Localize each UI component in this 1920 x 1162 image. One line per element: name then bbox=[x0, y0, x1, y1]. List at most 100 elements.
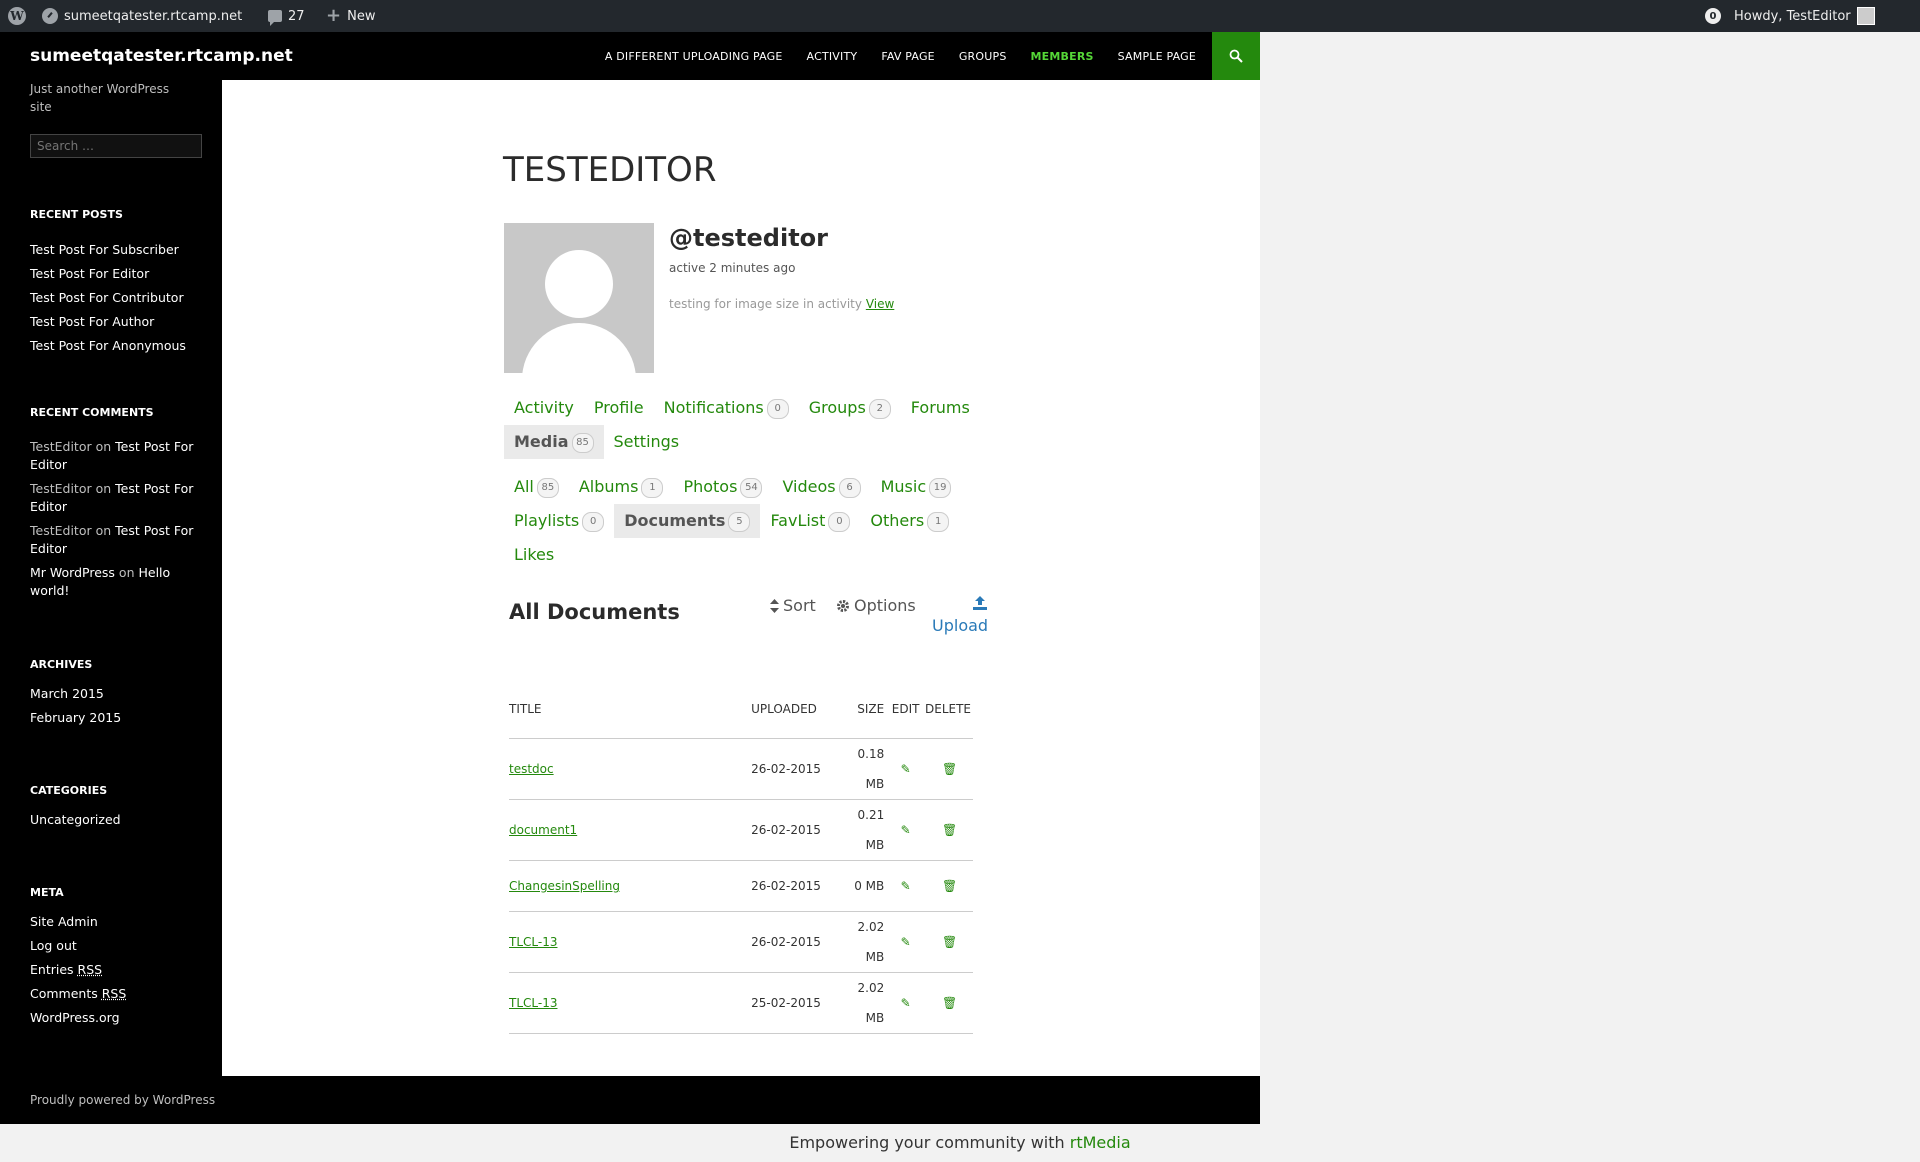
recent-comments-title: RECENT COMMENTS bbox=[30, 406, 154, 419]
primary-nav: A DIFFERENT UPLOADING PAGE ACTIVITY FAV … bbox=[581, 32, 1196, 80]
size-unit: MB bbox=[865, 1011, 885, 1025]
main-content: TESTEDITOR @testeditor active 2 minutes … bbox=[222, 80, 1260, 1076]
entries-rss-link[interactable]: Entries RSS bbox=[30, 958, 198, 982]
comment-author: TestEditor bbox=[30, 439, 92, 454]
comments-link[interactable]: 27 bbox=[268, 0, 305, 32]
upload-button[interactable]: Upload bbox=[932, 596, 988, 635]
doc-size: 2.02 MB bbox=[842, 911, 889, 973]
site-name-link[interactable]: sumeetqatester.rtcamp.net bbox=[42, 0, 242, 32]
trash-icon[interactable]: 🗑 bbox=[942, 936, 957, 948]
subtab-playlists[interactable]: Playlists 0 bbox=[504, 504, 614, 538]
archives-list: March 2015 February 2015 bbox=[30, 682, 198, 730]
nav-item-sample-page[interactable]: SAMPLE PAGE bbox=[1118, 50, 1196, 63]
doc-title-cell: testdoc bbox=[509, 738, 752, 800]
wordpress-icon: W bbox=[8, 7, 26, 25]
archive-link[interactable]: February 2015 bbox=[30, 706, 198, 730]
edit-icon[interactable]: ✎ bbox=[900, 824, 912, 836]
tab-groups[interactable]: Groups 2 bbox=[799, 391, 901, 425]
tab-label: Profile bbox=[593, 398, 644, 417]
category-link[interactable]: Uncategorized bbox=[30, 808, 198, 832]
log-out-link[interactable]: Log out bbox=[30, 934, 198, 958]
options-button[interactable]: Options bbox=[836, 596, 916, 615]
new-content-link[interactable]: + New bbox=[326, 0, 375, 32]
member-avatar[interactable] bbox=[504, 223, 654, 373]
subtab-documents[interactable]: Documents 5 bbox=[614, 504, 761, 538]
wordpress-logo-button[interactable]: W bbox=[8, 0, 26, 32]
subtab-photos[interactable]: Photos 54 bbox=[673, 470, 772, 504]
media-subnav: All 85 Albums 1 Photos 54 Videos 6 Music 19 Playli… bbox=[504, 470, 984, 572]
my-account-link[interactable]: Howdy, TestEditor bbox=[1734, 0, 1875, 32]
nav-item-uploading-page[interactable]: A DIFFERENT UPLOADING PAGE bbox=[605, 50, 783, 63]
table-row: TLCL-13 25-02-2015 2.02 MB ✎ 🗑 bbox=[509, 972, 973, 1034]
recent-posts-list: Test Post For Subscriber Test Post For E… bbox=[30, 238, 198, 358]
trash-icon[interactable]: 🗑 bbox=[942, 763, 957, 775]
site-admin-link[interactable]: Site Admin bbox=[30, 910, 198, 934]
options-label: Options bbox=[854, 596, 916, 615]
upload-icon bbox=[973, 596, 988, 610]
edit-icon[interactable]: ✎ bbox=[900, 763, 912, 775]
subtab-all[interactable]: All 85 bbox=[504, 470, 569, 504]
comments-label: Comments bbox=[30, 986, 98, 1001]
trash-icon[interactable]: 🗑 bbox=[942, 880, 957, 892]
subtab-count: 19 bbox=[929, 477, 952, 498]
doc-title-link[interactable]: document1 bbox=[509, 823, 577, 837]
tab-activity[interactable]: Activity bbox=[504, 391, 584, 425]
subtab-label: Likes bbox=[514, 545, 555, 564]
doc-title-link[interactable]: testdoc bbox=[509, 762, 554, 776]
sort-button[interactable]: Sort bbox=[770, 596, 816, 615]
notifications-link[interactable]: 0 bbox=[1705, 0, 1721, 32]
site-title[interactable]: sumeetqatester.rtcamp.net bbox=[30, 46, 293, 66]
site-header: sumeetqatester.rtcamp.net A DIFFERENT UP… bbox=[0, 32, 1260, 80]
nav-item-groups[interactable]: GROUPS bbox=[959, 50, 1007, 63]
nav-item-fav-page[interactable]: FAV PAGE bbox=[881, 50, 935, 63]
recent-post-link[interactable]: Test Post For Author bbox=[30, 310, 198, 334]
doc-title-link[interactable]: ChangesinSpelling bbox=[509, 879, 620, 893]
tab-forums[interactable]: Forums bbox=[901, 391, 980, 425]
documents-table: TITLE UPLOADED SIZE EDIT DELETE testdoc … bbox=[509, 680, 973, 1034]
subtab-favlist[interactable]: FavList 0 bbox=[760, 504, 860, 538]
powered-by-link[interactable]: Proudly powered by WordPress bbox=[30, 1093, 215, 1107]
recent-post-link[interactable]: Test Post For Anonymous bbox=[30, 334, 198, 358]
nav-item-activity[interactable]: ACTIVITY bbox=[807, 50, 858, 63]
subtab-label: Videos bbox=[782, 477, 836, 496]
nav-item-members[interactable]: MEMBERS bbox=[1031, 50, 1094, 63]
doc-title-link[interactable]: TLCL-13 bbox=[509, 935, 557, 949]
table-row: document1 26-02-2015 0.21 MB ✎ 🗑 bbox=[509, 799, 973, 861]
comments-rss-link[interactable]: Comments RSS bbox=[30, 982, 198, 1006]
comments-count: 27 bbox=[288, 8, 305, 24]
trash-icon[interactable]: 🗑 bbox=[942, 824, 957, 836]
doc-title-link[interactable]: TLCL-13 bbox=[509, 996, 557, 1010]
archive-link[interactable]: March 2015 bbox=[30, 682, 198, 706]
sort-icon bbox=[770, 598, 779, 613]
comment-author-link[interactable]: Mr WordPress bbox=[30, 565, 115, 580]
recent-post-link[interactable]: Test Post For Editor bbox=[30, 262, 198, 286]
recent-comment: TestEditor on Test Post For Editor bbox=[30, 480, 198, 516]
tab-profile[interactable]: Profile bbox=[584, 391, 654, 425]
doc-title-cell: document1 bbox=[509, 799, 752, 861]
delete-cell: 🗑 bbox=[923, 911, 973, 973]
table-row: ChangesinSpelling 26-02-2015 0 MB ✎ 🗑 bbox=[509, 860, 973, 912]
tab-settings[interactable]: Settings bbox=[604, 425, 690, 459]
recent-post-link[interactable]: Test Post For Subscriber bbox=[30, 238, 198, 262]
subtab-count: 54 bbox=[740, 477, 763, 498]
edit-cell: ✎ bbox=[888, 738, 924, 800]
subtab-others[interactable]: Others 1 bbox=[860, 504, 959, 538]
rtmedia-link[interactable]: rtMedia bbox=[1070, 1133, 1131, 1152]
sidebar-search-input[interactable] bbox=[30, 134, 202, 158]
wordpress-org-link[interactable]: WordPress.org bbox=[30, 1006, 198, 1030]
search-toggle-button[interactable] bbox=[1212, 32, 1260, 80]
edit-icon[interactable]: ✎ bbox=[900, 880, 912, 892]
subtab-albums[interactable]: Albums 1 bbox=[569, 470, 674, 504]
recent-post-link[interactable]: Test Post For Contributor bbox=[30, 286, 198, 310]
view-update-link[interactable]: View bbox=[866, 297, 894, 311]
edit-icon[interactable]: ✎ bbox=[900, 997, 912, 1009]
subtab-count: 5 bbox=[728, 511, 751, 532]
delete-cell: 🗑 bbox=[923, 860, 973, 912]
tab-notifications[interactable]: Notifications 0 bbox=[654, 391, 799, 425]
edit-icon[interactable]: ✎ bbox=[900, 936, 912, 948]
subtab-likes[interactable]: Likes bbox=[504, 538, 564, 572]
subtab-videos[interactable]: Videos 6 bbox=[772, 470, 870, 504]
subtab-music[interactable]: Music 19 bbox=[871, 470, 962, 504]
trash-icon[interactable]: 🗑 bbox=[942, 997, 957, 1009]
tab-media[interactable]: Media 85 bbox=[504, 425, 604, 459]
